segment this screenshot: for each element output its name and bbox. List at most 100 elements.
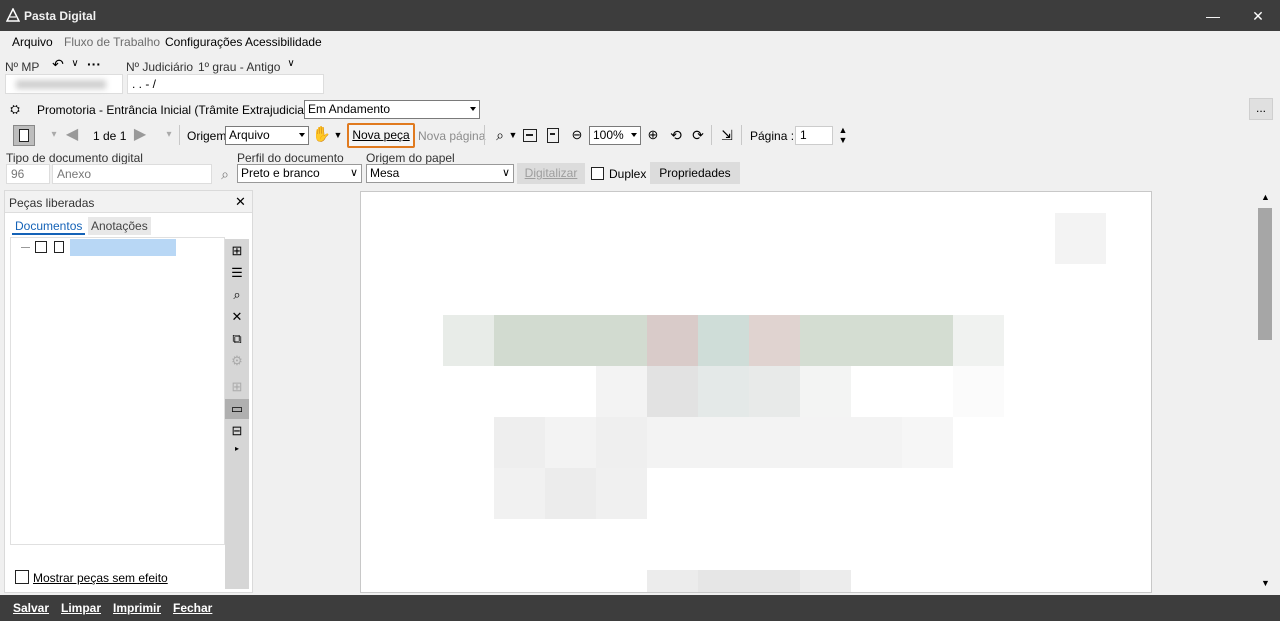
duplex-checkbox[interactable] <box>591 167 604 180</box>
next-page-icon[interactable]: ▶ <box>130 125 150 145</box>
rotate-left-icon[interactable]: ⟲ <box>667 125 685 145</box>
doc-type-name-field[interactable]: Anexo <box>52 164 212 184</box>
doc-type-label: Tipo de documento digital <box>6 151 143 165</box>
nova-peca-button[interactable]: Nova peça <box>347 123 415 148</box>
document-page <box>360 191 1152 593</box>
page-label: Página : <box>750 129 795 143</box>
zoom-value: 100% <box>593 128 624 142</box>
instance-label: 1º grau - Antigo <box>198 60 281 74</box>
minimize-button[interactable]: — <box>1202 5 1224 27</box>
instance-chevron-icon[interactable]: ∨ <box>284 54 298 74</box>
zoom-search-icon[interactable]: ⌕ <box>490 125 510 145</box>
imprimir-button[interactable]: Imprimir <box>113 601 161 615</box>
add-page-icon[interactable]: ⊞ <box>225 377 249 397</box>
last-page-icon[interactable]: ▾ <box>161 125 177 145</box>
more-button[interactable]: ... <box>1249 98 1273 120</box>
profile-select[interactable]: Preto e branco ∨ <box>237 164 362 183</box>
document-viewer[interactable] <box>255 190 1274 593</box>
queue-select[interactable]: Em Andamento <box>304 100 480 119</box>
nova-pagina-button[interactable]: Nova página <box>418 129 485 143</box>
limpar-button[interactable]: Limpar <box>61 601 101 615</box>
rotate-right-icon[interactable]: ⟳ <box>689 125 707 145</box>
chevron-down-icon[interactable]: ∨ <box>68 54 82 74</box>
viewer-scrollbar[interactable]: ▲ ▼ <box>1256 190 1274 593</box>
zoom-select[interactable]: 100% <box>589 126 641 145</box>
document-tree <box>10 237 225 545</box>
app-logo-icon <box>6 8 20 22</box>
select-page-icon[interactable]: ⇲ <box>717 125 737 145</box>
first-page-icon[interactable]: ▾ <box>46 125 62 145</box>
tree-structure-icon[interactable]: ⊞ <box>225 241 249 261</box>
disabled-tool-icon[interactable]: ⚙ <box>225 351 249 371</box>
mp-number-field[interactable] <box>5 74 123 94</box>
panel-vertical-toolbar: ⊞ ☰ ⌕ ✕ ⧉ ⚙ ⊞ ▭ ⊟ ▸ <box>225 239 249 589</box>
zoom-out-icon[interactable]: ⊖ <box>569 125 585 145</box>
tab-documentos[interactable]: Documentos <box>12 217 86 235</box>
panel-title: Peças liberadas <box>9 196 95 210</box>
fit-page-icon[interactable] <box>547 128 559 143</box>
previous-page-icon[interactable]: ◀ <box>62 125 82 145</box>
profile-chevron-icon: ∨ <box>349 167 358 179</box>
page-counter: 1 de 1 <box>93 129 127 143</box>
mp-label: Nº MP <box>5 60 40 74</box>
menu-acessibilidade[interactable]: Acessibilidade <box>245 35 322 49</box>
annotation-note-icon[interactable]: ▭ <box>225 399 249 419</box>
salvar-button[interactable]: Salvar <box>13 601 49 615</box>
title-bar: Pasta Digital — ✕ <box>0 0 1280 31</box>
zoom-in-icon[interactable]: ⊕ <box>645 125 661 145</box>
copy-document-icon[interactable]: ⧉ <box>225 329 249 349</box>
scroll-thumb[interactable] <box>1258 208 1272 340</box>
menu-configuracoes[interactable]: Configurações <box>165 35 242 49</box>
zoom-search-dropdown-icon[interactable]: ▼ <box>508 125 518 145</box>
document-icon <box>19 129 29 142</box>
duplex-label: Duplex <box>609 167 647 181</box>
paper-chevron-icon: ∨ <box>501 167 510 179</box>
bottom-action-bar: Salvar Limpar Imprimir Fechar <box>0 595 1280 621</box>
menu-bar: Arquivo Fluxo de Trabalho Configurações … <box>0 31 1280 53</box>
propriedades-button[interactable]: Propriedades <box>650 162 740 184</box>
list-view-icon[interactable]: ☰ <box>225 263 249 283</box>
tree-item-label[interactable] <box>70 239 176 256</box>
document-remove-icon[interactable]: ✕ <box>225 307 249 327</box>
menu-fluxo-de-trabalho[interactable]: Fluxo de Trabalho <box>64 35 160 49</box>
fit-width-icon[interactable] <box>523 129 537 142</box>
digitalizar-button[interactable]: Digitalizar <box>517 163 585 184</box>
annotation-list-icon[interactable]: ⊟ <box>225 421 249 441</box>
menu-arquivo[interactable]: Arquivo <box>12 35 53 49</box>
tree-item-checkbox[interactable] <box>35 241 47 253</box>
close-window-button[interactable]: ✕ <box>1247 5 1269 27</box>
undo-icon[interactable]: ↶ <box>50 54 66 74</box>
document-search-icon[interactable]: ⌕ <box>225 285 249 305</box>
queue-label: Promotoria - Entrância Inicial (Trâmite … <box>37 103 341 117</box>
page-spinner-icon[interactable]: ▲ ▼ <box>837 125 849 145</box>
judicial-label: Nº Judiciário <box>126 60 194 74</box>
pan-dropdown-icon[interactable]: ▼ <box>333 125 343 145</box>
origin-select[interactable]: Arquivo <box>225 126 309 145</box>
origin-label: Origem <box>187 129 227 143</box>
page-number-field[interactable]: 1 <box>795 126 833 145</box>
origin-value: Arquivo <box>229 128 270 142</box>
window-title: Pasta Digital <box>24 9 97 23</box>
hand-pan-icon[interactable]: ✋ <box>312 125 331 145</box>
doc-type-code-field[interactable]: 96 <box>6 164 50 184</box>
document-mode-button[interactable] <box>13 125 35 146</box>
judicial-number-field[interactable]: . . - / <box>127 74 324 94</box>
paper-origin-value: Mesa <box>370 166 400 180</box>
queue-value: Em Andamento <box>308 102 391 116</box>
more-options-icon[interactable]: ··· <box>86 54 102 74</box>
show-voided-checkbox[interactable] <box>15 570 29 584</box>
profile-label: Perfil do documento <box>237 151 344 165</box>
search-icon[interactable]: ⌕ <box>215 164 235 184</box>
scroll-up-icon[interactable]: ▲ <box>1261 192 1270 202</box>
pecas-panel: Peças liberadas ✕ Documentos Anotações ⊞… <box>4 190 253 593</box>
tree-document-icon <box>54 241 64 253</box>
expand-arrow-icon[interactable]: ▸ <box>225 439 249 459</box>
show-voided-label: Mostrar peças sem efeito <box>33 571 168 585</box>
fechar-button[interactable]: Fechar <box>173 601 212 615</box>
profile-value: Preto e branco <box>241 166 320 180</box>
scroll-down-icon[interactable]: ▼ <box>1261 578 1270 588</box>
close-panel-icon[interactable]: ✕ <box>235 194 246 210</box>
tab-anotacoes[interactable]: Anotações <box>88 217 151 235</box>
paper-origin-select[interactable]: Mesa ∨ <box>366 164 514 183</box>
panel-header: Peças liberadas ✕ <box>5 191 252 213</box>
